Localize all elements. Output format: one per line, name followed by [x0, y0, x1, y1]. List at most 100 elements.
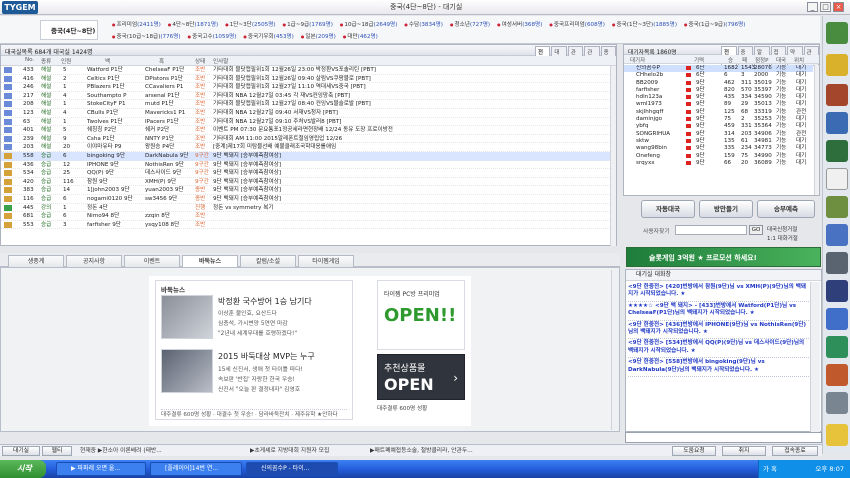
tree-icon[interactable] [826, 336, 848, 358]
room-cell[interactable]: 중국프리미엄(608명) [549, 19, 605, 31]
monitor-icon[interactable] [826, 280, 848, 302]
chat-message[interactable]: <9단 한중전> [436]번방에서 IPHONE(9단)님 vs Nothis… [628, 321, 809, 340]
user-row[interactable]: SONGRIHUA 9단 314 203 34906 기능 관전 [624, 131, 813, 138]
promo-banner[interactable]: 슬롯게임 3억원 ★ 프로모션 하세요! [626, 247, 821, 267]
game-row[interactable]: 123 해설 4 CBulls P1단 Mavericks1 P1 조반 기타대회 NBA … [1, 109, 610, 118]
col-no[interactable]: No. [25, 57, 34, 63]
col-people[interactable]: 인원 [61, 57, 71, 65]
chat-icon[interactable] [826, 224, 848, 246]
settings-icon[interactable] [826, 392, 848, 414]
help-request-button[interactable]: 도움요청 [672, 446, 716, 456]
game-row[interactable]: 217 해설 4 Southampto P arsenal P1단 조반 기타대회 NBA … [1, 92, 610, 101]
news-line-1-3[interactable]: "2년내 세계무대를 호령하겠다!" [218, 328, 297, 337]
pc-bang-ad[interactable]: 타이젬 PC방 프리미엄 OPEN!! [377, 280, 465, 350]
col-white[interactable]: 백 [105, 57, 110, 65]
room-cell[interactable]: 중국기우회(453명) [243, 31, 294, 43]
game-row[interactable]: 203 해설 20 이야마유타 P9 왕원승 P4단 조반 [중계]제17회 미탐블선배 예… [1, 143, 610, 152]
user-row[interactable]: wang98bin 9단 335 234 34773 기능 대기 [624, 145, 813, 152]
reject-chat-checkbox[interactable]: 1:1 대화거절 [767, 234, 798, 242]
chevron-right-icon[interactable]: › [453, 371, 458, 385]
col-location[interactable]: 위치 [794, 56, 804, 64]
game-row[interactable]: 681 승급 6 Nimo94 8단 zzqin 8단 조반 [1, 212, 610, 221]
game-row[interactable]: 383 승급 14 1[john2003 9단 yuan2003 9단 종반 9단 백돼지 … [1, 186, 610, 195]
news-line-2-2[interactable]: 속보판 '반집' 자랑한 한국 우승! [218, 374, 295, 383]
chat-message[interactable]: <9단 한중전> [420]번방에서 참원(9단)님 vs XMH(P)(9단)… [628, 283, 809, 302]
chat-input[interactable] [625, 432, 822, 443]
news-line-1-2[interactable]: 심층석, 가시변양 5연연 마감 [218, 318, 288, 327]
room-cell[interactable]: 여성서버(368명) [497, 19, 543, 31]
room-cell[interactable]: 중국(10급~18급)(776명) [112, 31, 181, 43]
status-tab-lobby[interactable]: 대기실 [2, 446, 40, 456]
news-footer[interactable]: 대주결류 600명 성황 · 대결수 첫 우승! · 담라바둑잔치 · 제주유학… [161, 409, 347, 419]
col-user[interactable]: 대기자 [630, 56, 645, 64]
chat-message[interactable]: <9단 한중전> [558]번방에서 bingoking(9단)님 vs Dar… [628, 358, 809, 378]
room-cell[interactable]: 중국고수(1059명) [188, 31, 236, 43]
news-scrollbar[interactable] [611, 270, 619, 430]
ticker-2[interactable]: ▶초게셰로 지방대회 지원자 모집 [250, 446, 329, 456]
col-rank[interactable]: 기력 [694, 56, 704, 64]
user-row[interactable]: Onefeng 9단 159 75 34990 기능 대기 [624, 153, 813, 160]
game-row[interactable]: 553 승급 3 farfisher 9단 ysqy108 8단 조반 [1, 221, 610, 230]
game-row[interactable]: 63 해설 1 Twolves P1단 IPacers P1단 조반 기타대회 NBA 12… [1, 118, 610, 127]
col-status[interactable]: 상태 [195, 57, 205, 65]
user-row[interactable]: ybfq 9단 459 331 35364 기능 대기 [624, 123, 813, 130]
game-row[interactable]: 420 승급 116 참원 9단 XMH(P) 9단 9구간 9단 백돼지 [승부예측참여상… [1, 178, 610, 187]
status-tab-web[interactable]: 웹티 [42, 446, 72, 456]
room-cell[interactable]: 4단~8단(1871명) [168, 19, 218, 31]
tab-event[interactable]: 이벤트 [124, 255, 180, 267]
ime-indicator[interactable]: 가 혹 [763, 465, 777, 473]
close-window-button[interactable]: × [833, 2, 844, 12]
reject-game-checkbox[interactable]: 대국신청거절 [767, 225, 797, 233]
col-greeting[interactable]: 인사말 [213, 57, 228, 65]
news-thumbnail-1[interactable] [161, 295, 213, 339]
room-cell[interactable]: 중국(1급~9급)(796명) [684, 19, 746, 31]
task-item-3[interactable]: 신의꼼수P - 타이... [246, 462, 338, 476]
news-headline-1[interactable]: 박정환 국수방어 1승 남기다 [218, 296, 312, 307]
task-item-1[interactable]: ▶ 파파레 오면 울... [56, 462, 146, 476]
people-icon[interactable] [826, 196, 848, 218]
shop-icon[interactable] [826, 84, 848, 106]
plus-icon[interactable] [826, 54, 848, 76]
room-cell[interactable]: 10급~18급(2649명) [340, 19, 397, 31]
user-row[interactable]: srqyxx 9단 66 20 36089 기능 대기 [624, 160, 813, 167]
news-line-1-1[interactable]: 이상훈 불인효, 요산드다 [218, 308, 277, 317]
room-cell[interactable]: 일본(209명) [301, 31, 336, 43]
user-row[interactable]: CHhelo2b 6단 6 3 2000 기능 대기 [624, 72, 813, 79]
user-row[interactable]: wml1973 9단 89 29 35013 기능 대기 [624, 101, 813, 108]
task-item-2[interactable]: [플레이어]14번 연... [150, 462, 242, 476]
user-row[interactable]: BB2009 9단 462 311 35019 기능 대기 [624, 80, 813, 87]
start-button[interactable]: 시작 [0, 460, 46, 478]
chat-message[interactable]: ★★★★☆ <9단 백 돼지> - [433]번방에서 Watford(P1단)… [628, 302, 809, 321]
auto-match-button[interactable]: 자동대국 [641, 200, 695, 218]
room-cell[interactable]: 대만(462명) [343, 31, 378, 43]
chat-message[interactable]: <9단 한중전> [534]번방에서 QQ(P)(9단)님 vs 데스사이드(9… [628, 339, 809, 359]
game-row[interactable]: 433 해설 5 Watford P1단 ChelseaF P1단 조반 기타대회 블닷캡필… [1, 66, 610, 75]
shop-ad[interactable]: 추천상품몰 OPEN › [377, 354, 465, 400]
game-list-scrollbar[interactable] [610, 66, 616, 246]
tab-column[interactable]: 칼럼/소설 [240, 255, 296, 267]
home-icon[interactable] [826, 22, 848, 44]
user-list-scrollbar[interactable] [814, 65, 819, 195]
news-line-2-3[interactable]: 신진서 "오늘 판 결정내자" 김영호 [218, 384, 300, 393]
book-icon[interactable] [826, 308, 848, 330]
disconnect-button[interactable]: 접속종료 [772, 446, 818, 456]
room-cell[interactable]: 수담(3834명) [404, 19, 443, 31]
game-row[interactable]: 208 해설 1 StokeCityF P1 mutd P1단 조반 기타대회 블닷캡필위1… [1, 100, 610, 109]
col-points[interactable]: 점정P [755, 56, 768, 64]
news-headline-2[interactable]: 2015 바둑대상 MVP는 누구 [218, 351, 315, 362]
ticker-1[interactable]: 현재중 ▶한소아 이론배려 (태반... [80, 446, 162, 456]
record-icon[interactable] [826, 252, 848, 274]
game-row[interactable]: 239 해설 9 Csha P1단 NNTY P1단 조반 기타대회 AM 11:00 20… [1, 135, 610, 144]
tab-live[interactable]: 생중계 [8, 255, 64, 267]
news-thumbnail-2[interactable] [161, 349, 213, 393]
game-row[interactable]: 436 승급 12 IPHONE 9단 NothisRen 9단 9구간 9단 백돼지 [승… [1, 161, 610, 170]
room-cell[interactable]: 중국(1단~3단)(1885명) [612, 19, 677, 31]
chat-scrollbar[interactable] [810, 282, 820, 432]
minimize-button[interactable]: _ [807, 2, 818, 12]
user-search-go-button[interactable]: GO [749, 225, 763, 235]
room-cell[interactable]: 1단~3단(2505명) [225, 19, 276, 31]
user-search-input[interactable] [675, 225, 747, 235]
col-game[interactable]: 대국 [776, 56, 786, 64]
board-icon[interactable] [826, 140, 848, 162]
game-row[interactable]: 534 승급 25 QQ(P) 9단 데스사이드 9단 9구간 9단 백돼지 [승부예측참여… [1, 169, 610, 178]
